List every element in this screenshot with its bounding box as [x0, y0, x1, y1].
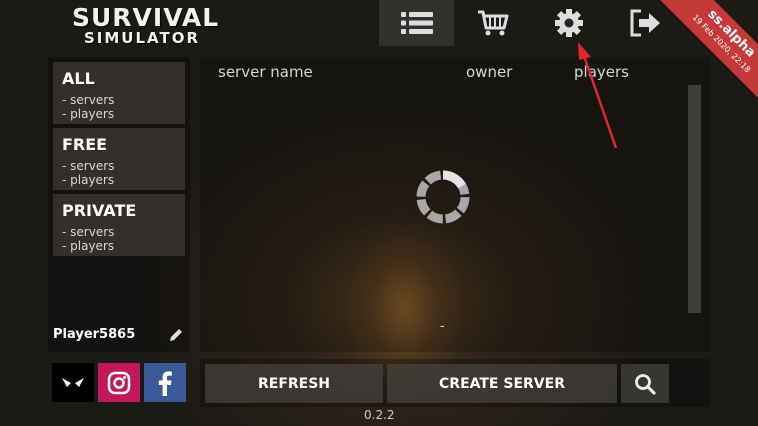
- studio-button[interactable]: [52, 363, 94, 402]
- player-name: Player5865: [53, 327, 136, 342]
- shop-button[interactable]: [455, 0, 530, 46]
- search-icon: [635, 373, 656, 395]
- create-server-button[interactable]: CREATE SERVER: [387, 364, 617, 403]
- category-servers: - servers: [62, 93, 115, 107]
- loading-spinner-icon: [415, 169, 471, 229]
- settings-button[interactable]: [531, 0, 606, 46]
- logo-line-2: SIMULATOR: [83, 29, 201, 47]
- instagram-icon: [107, 371, 131, 394]
- category-free[interactable]: FREE - servers - players: [53, 128, 185, 190]
- servers-list-button[interactable]: [379, 0, 454, 46]
- server-list-panel: server name owner players -: [200, 57, 710, 352]
- category-servers: - servers: [62, 159, 115, 173]
- logo-line-1: SURVIVAL: [72, 3, 220, 32]
- category-players: - players: [62, 107, 115, 121]
- search-button[interactable]: [621, 364, 669, 403]
- list-scrollbar[interactable]: [688, 85, 701, 313]
- category-players: - players: [62, 173, 115, 187]
- category-title: ALL: [62, 69, 95, 88]
- game-logo: SURVIVAL SIMULATOR: [72, 3, 220, 47]
- category-private[interactable]: PRIVATE - servers - players: [53, 194, 185, 256]
- category-sidebar: ALL - servers - players FREE - servers -…: [48, 57, 190, 352]
- edit-name-button[interactable]: [168, 327, 184, 347]
- refresh-button[interactable]: REFRESH: [205, 364, 383, 403]
- category-title: FREE: [62, 135, 108, 154]
- category-players: - players: [62, 239, 115, 253]
- list-icon: [400, 12, 433, 34]
- status-text: -: [440, 319, 445, 334]
- action-bar: REFRESH CREATE SERVER: [200, 359, 710, 407]
- eyes-icon: [62, 377, 84, 387]
- column-owner: owner: [466, 63, 513, 81]
- column-server-name: server name: [218, 63, 313, 81]
- category-servers: - servers: [62, 225, 115, 239]
- category-all[interactable]: ALL - servers - players: [53, 62, 185, 124]
- column-players: players: [574, 63, 629, 81]
- cart-icon: [477, 10, 508, 36]
- pencil-icon: [170, 329, 182, 341]
- instagram-button[interactable]: [98, 363, 140, 402]
- category-title: PRIVATE: [62, 201, 137, 220]
- facebook-icon: [158, 370, 172, 396]
- version-label: 0.2.2: [364, 408, 395, 422]
- facebook-button[interactable]: [144, 363, 186, 402]
- gear-icon: [554, 9, 583, 37]
